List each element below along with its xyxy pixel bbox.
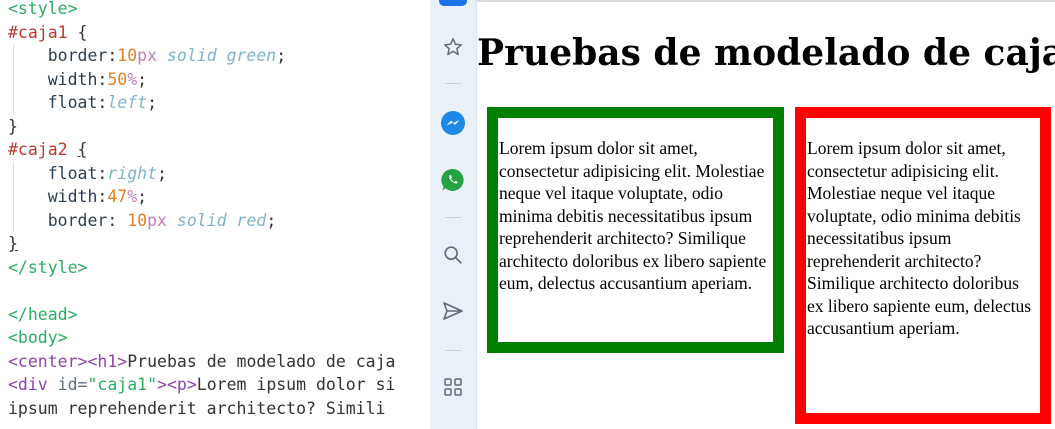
code-line[interactable]: <div id="caja1"><p>Lorem ipsum dolor si	[8, 373, 395, 396]
code-token: <p>	[166, 375, 197, 394]
code-token: :	[97, 163, 108, 183]
code-token: <body>	[8, 328, 68, 347]
page-top-border	[477, 0, 1055, 2]
code-token: border	[8, 210, 108, 230]
sidebar-separator	[445, 217, 461, 218]
code-token: 50	[107, 69, 128, 89]
code-line[interactable]: border:10px solid green;	[8, 44, 286, 67]
code-line[interactable]: <body>	[8, 326, 68, 349]
code-line[interactable]: }	[8, 232, 18, 255]
code-token: right	[107, 163, 158, 183]
code-token: width	[8, 187, 98, 206]
code-token: Lorem ipsum dolor si	[196, 375, 396, 394]
code-token: ;	[157, 163, 167, 183]
star-icon[interactable]	[438, 32, 468, 62]
code-token: :	[97, 187, 108, 206]
code-line[interactable]: width:47%;	[8, 185, 147, 208]
code-line[interactable]: #caja2 {	[8, 138, 87, 161]
code-token: px	[137, 46, 158, 65]
caja1-paragraph: Lorem ipsum dolor sit amet, consectetur …	[499, 138, 767, 293]
code-token: 47	[107, 187, 128, 206]
code-token: }	[8, 116, 18, 136]
code-token: ;	[137, 69, 148, 89]
code-token: :	[107, 46, 118, 65]
sidebar-separator	[445, 350, 461, 351]
code-token: width	[8, 69, 98, 89]
code-token: left	[107, 93, 148, 112]
code-line[interactable]: #caja1 {	[8, 21, 87, 44]
code-token: </style>	[8, 257, 88, 277]
code-token: "caja1"	[87, 375, 158, 394]
active-tab-indicator[interactable]	[439, 0, 467, 6]
code-token: <center>	[8, 351, 88, 371]
code-editor[interactable]: <style> #caja1 { border:10px solid green;…	[0, 0, 430, 429]
code-token: <style>	[8, 0, 78, 18]
caja2-red-box: Lorem ipsum dolor sit amet, consectetur …	[795, 107, 1051, 424]
code-token: {	[67, 22, 88, 42]
code-token: %	[127, 187, 138, 206]
caja2-paragraph: Lorem ipsum dolor sit amet, consectetur …	[807, 138, 1032, 338]
code-line[interactable]: </style>	[8, 256, 87, 279]
send-icon[interactable]	[438, 296, 468, 326]
page-title: Pruebas de modelado de cajas 2.	[477, 32, 1055, 74]
code-token: </head>	[8, 304, 78, 324]
code-token: :	[97, 69, 108, 89]
code-line[interactable]: border: 10px solid red;	[8, 209, 277, 232]
code-token: 10	[127, 210, 148, 230]
rendered-page: Pruebas de modelado de cajas 2. Lorem ip…	[477, 0, 1055, 429]
code-token: ;	[276, 46, 287, 65]
code-token: ;	[137, 187, 148, 206]
messenger-icon[interactable]	[438, 108, 468, 138]
whatsapp-icon[interactable]	[438, 165, 468, 195]
code-line[interactable]: float:left;	[8, 91, 157, 114]
code-token: border	[8, 46, 108, 65]
code-line[interactable]: </head>	[8, 303, 78, 326]
code-token: #caja1	[8, 22, 68, 42]
code-token: Pruebas de modelado de caja	[127, 351, 396, 371]
code-token: 10	[117, 46, 138, 65]
code-token: solid green	[157, 46, 277, 65]
code-token: ;	[266, 210, 277, 230]
code-token: float	[8, 163, 98, 183]
code-token: solid red	[166, 210, 267, 230]
apps-grid-icon[interactable]	[438, 372, 468, 402]
code-token: {	[77, 140, 88, 159]
code-line[interactable]: float:right;	[8, 162, 167, 185]
code-token: #caja2	[8, 140, 68, 159]
code-line[interactable]: <center><h1>Pruebas de modelado de caja	[8, 350, 395, 373]
search-icon[interactable]	[438, 240, 468, 270]
code-token: ipsum reprehenderit architecto? Simili	[8, 398, 386, 418]
code-token: <div	[8, 375, 58, 394]
code-line[interactable]: width:50%;	[8, 68, 147, 91]
caja1-green-box: Lorem ipsum dolor sit amet, consectetur …	[487, 107, 784, 353]
code-line[interactable]: }	[8, 115, 18, 138]
code-token: id=	[57, 375, 88, 394]
code-line[interactable]: <style>	[8, 0, 78, 20]
sidebar-separator	[445, 83, 461, 84]
code-token: %	[127, 69, 138, 89]
code-token: float	[8, 93, 98, 112]
code-token: }	[8, 234, 18, 253]
code-token: >	[157, 375, 167, 394]
code-token: px	[147, 210, 167, 230]
code-token: :	[107, 210, 128, 230]
code-line[interactable]: ipsum reprehenderit architecto? Simili	[8, 397, 386, 420]
code-token: <h1>	[87, 351, 128, 371]
browser-sidebar	[430, 0, 477, 429]
code-token: :	[97, 93, 108, 112]
code-token: ;	[147, 93, 158, 112]
